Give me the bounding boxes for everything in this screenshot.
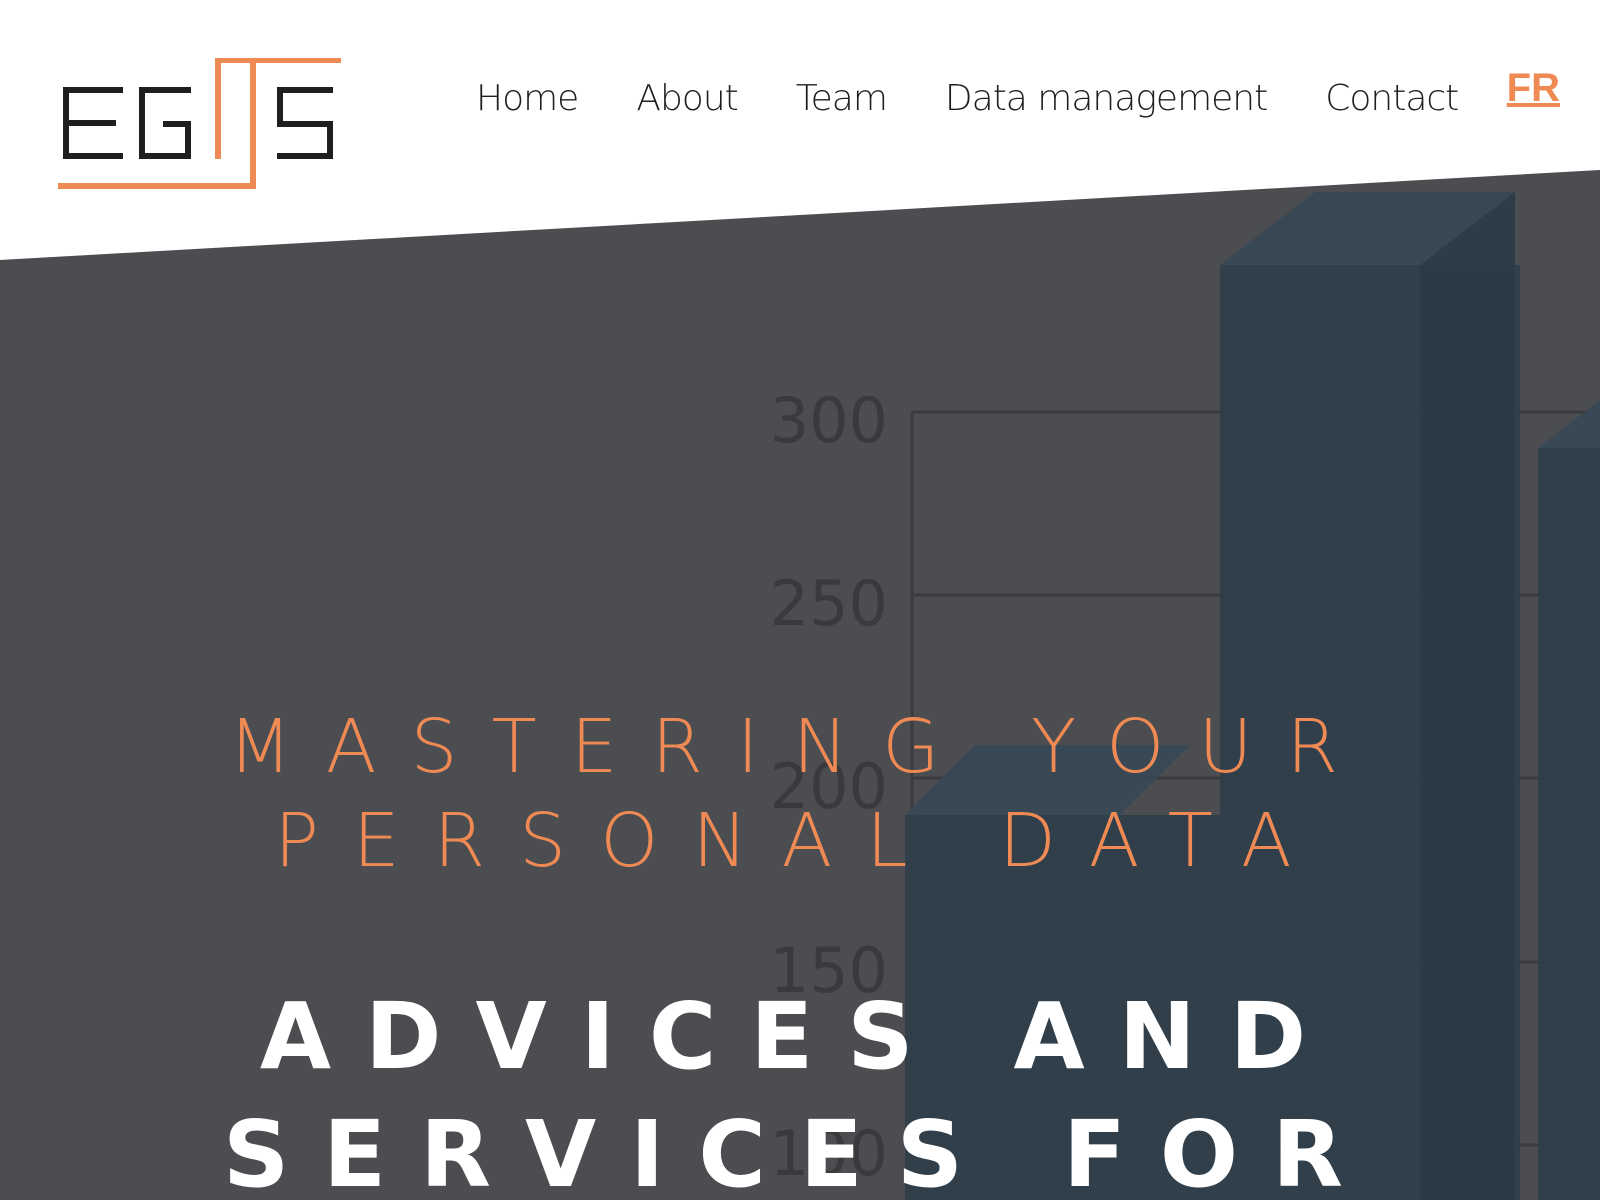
nav-item-about[interactable]: About xyxy=(636,78,738,119)
hero-title: ADVICES AND SERVICES FOR xyxy=(223,983,1377,1200)
nav-item-data-management[interactable]: Data management xyxy=(945,78,1268,119)
logo[interactable] xyxy=(58,57,343,198)
nav-item-contact[interactable]: Contact xyxy=(1325,78,1459,119)
egis-logo-icon xyxy=(58,57,341,189)
nav-item-home[interactable]: Home xyxy=(476,78,579,119)
nav-item-team[interactable]: Team xyxy=(796,78,888,119)
hero-copy: MASTERING YOUR PERSONAL DATA ADVICES AND… xyxy=(0,700,1600,1200)
hero-subtitle: MASTERING YOUR PERSONAL DATA xyxy=(228,704,1372,884)
page: 300 250 200 150 100 MASTERING YOUR PERSO… xyxy=(0,0,1600,1200)
main-nav: Home About Team Data management Contact xyxy=(476,78,1516,119)
language-switch[interactable]: FR xyxy=(1507,66,1560,111)
